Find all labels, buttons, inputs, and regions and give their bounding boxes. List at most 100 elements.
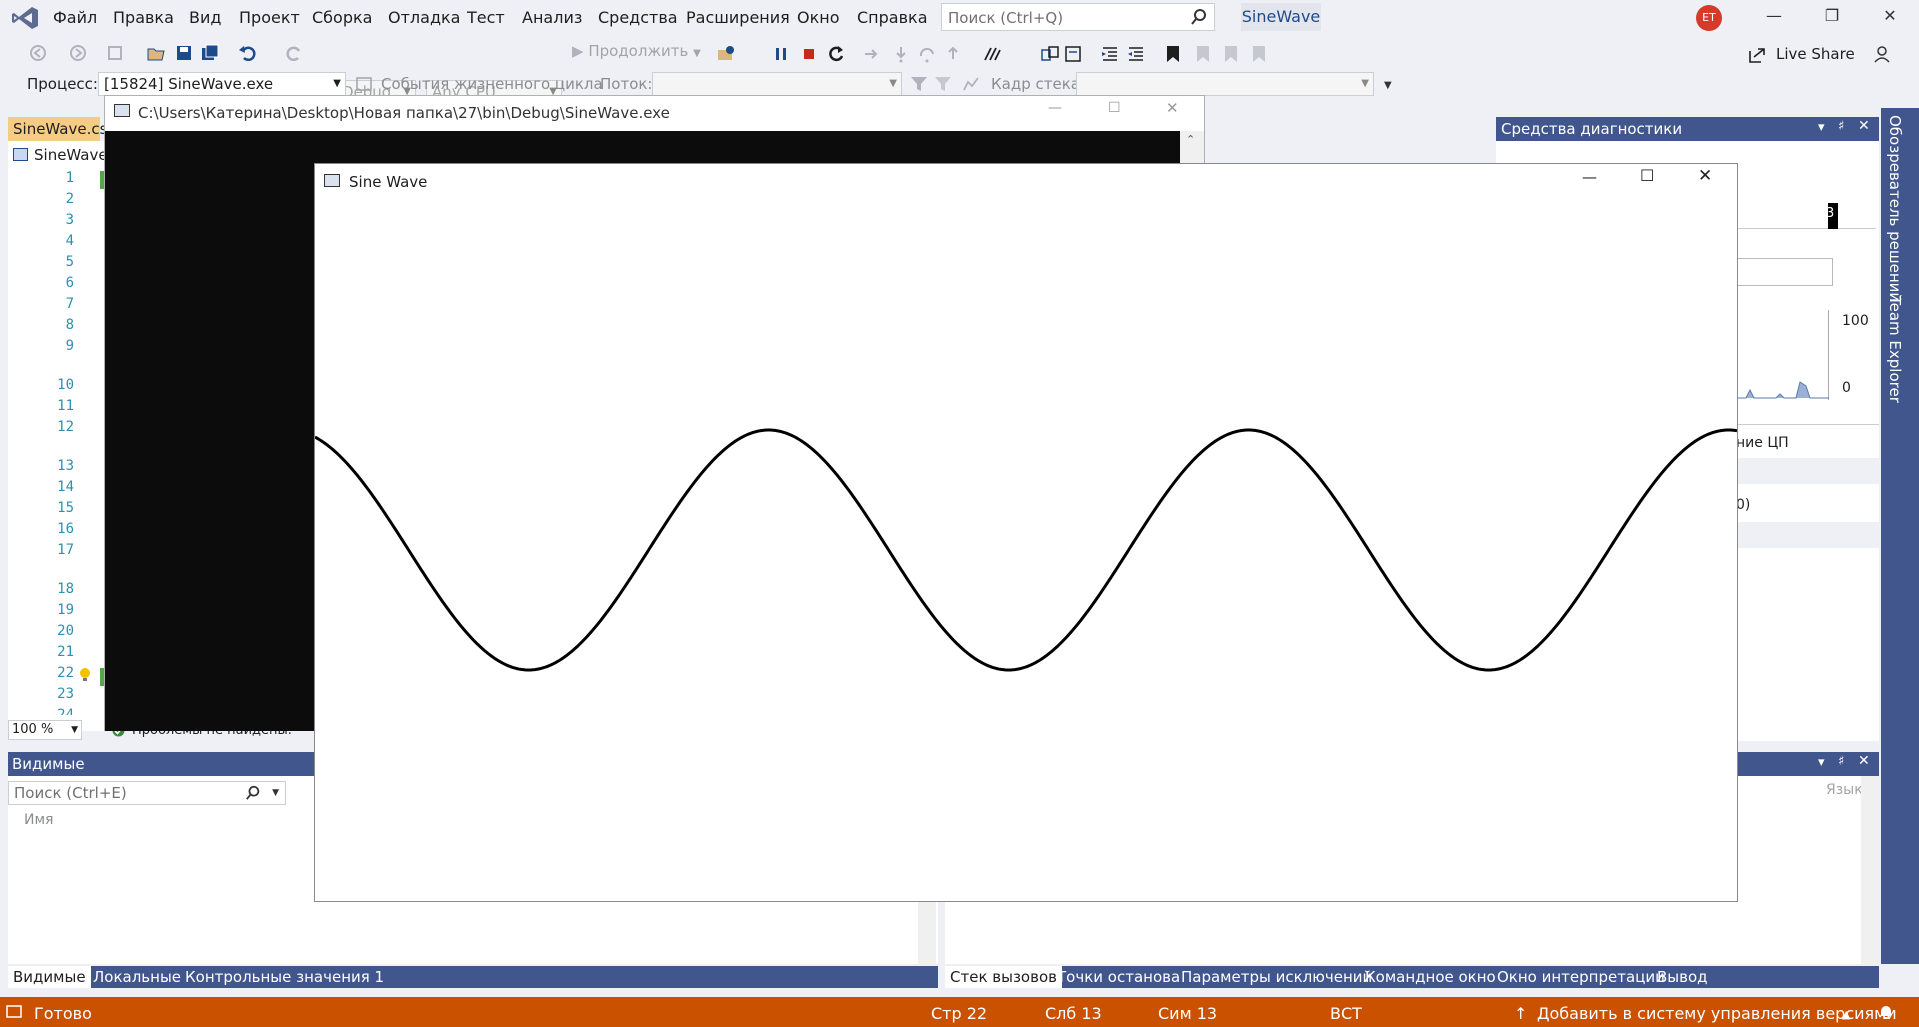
chevron-down-icon[interactable]: ▾	[1818, 120, 1825, 135]
process-select[interactable]: [15824] SineWave.exe ▼	[98, 72, 346, 96]
process-icon[interactable]	[716, 44, 736, 64]
minimize-icon[interactable]: —	[1048, 100, 1062, 116]
line-number: 14	[57, 479, 74, 495]
lightbulb-icon[interactable]	[79, 667, 91, 683]
visual-studio-logo-icon[interactable]	[10, 6, 40, 30]
scrollbar[interactable]	[1861, 776, 1879, 964]
events-count-label: 0)	[1736, 497, 1751, 513]
search-icon	[1191, 9, 1206, 25]
close-icon[interactable]: ✕	[1166, 99, 1179, 117]
menu-edit[interactable]: Правка	[113, 8, 174, 27]
prev-bookmark-icon[interactable]	[1194, 44, 1212, 64]
menu-project[interactable]: Проект	[239, 8, 300, 27]
menu-debug[interactable]: Отладка	[388, 8, 460, 27]
tab-autos[interactable]: Видимые	[8, 966, 91, 988]
tab-exception-settings[interactable]: Параметры исключений	[1176, 966, 1377, 988]
pin-icon[interactable]: ♯	[1838, 119, 1844, 134]
menu-extensions[interactable]: Расширения	[686, 8, 790, 27]
next-bookmark-icon[interactable]	[1222, 44, 1240, 64]
thread-select[interactable]: ▼	[652, 72, 902, 96]
line-number: 10	[57, 377, 74, 393]
minimize-icon[interactable]: —	[1582, 168, 1597, 186]
filter-icon[interactable]	[910, 76, 928, 92]
editor-nav-bar[interactable]: SineWave	[8, 144, 108, 166]
menu-test[interactable]: Тест	[467, 8, 505, 27]
menu-build[interactable]: Сборка	[312, 8, 372, 27]
stop-debugging-icon[interactable]	[800, 45, 818, 63]
new-project-icon[interactable]	[106, 43, 126, 63]
close-icon[interactable]: ✕	[1858, 753, 1870, 769]
chevron-down-icon[interactable]: ▾	[1818, 755, 1825, 770]
tab-solution-explorer[interactable]: Обозреватель решений	[1886, 115, 1904, 302]
minimize-icon[interactable]: —	[1762, 6, 1786, 30]
menu-window[interactable]: Окно	[797, 8, 840, 27]
step-into-specific-icon[interactable]	[1040, 44, 1060, 64]
user-avatar[interactable]: ET	[1696, 5, 1722, 31]
close-icon[interactable]: ✕	[1858, 118, 1870, 134]
class-icon	[13, 148, 28, 161]
diag-row	[1736, 458, 1879, 484]
navigate-back-icon[interactable]	[28, 43, 48, 63]
quick-launch-search[interactable]: Поиск (Ctrl+Q)	[941, 3, 1215, 31]
menu-help[interactable]: Справка	[857, 8, 928, 27]
maximize-icon[interactable]: ☐	[1640, 166, 1654, 185]
save-icon[interactable]	[174, 43, 194, 63]
break-all-icon[interactable]	[772, 45, 790, 63]
open-file-icon[interactable]	[146, 43, 166, 63]
zoom-value: 100 %	[12, 722, 54, 737]
menu-analyze[interactable]: Анализ	[522, 8, 582, 27]
autos-search-input[interactable]: Поиск (Ctrl+E) ▼	[8, 781, 286, 805]
save-all-icon[interactable]	[200, 43, 220, 63]
memory-windows-icon[interactable]	[1064, 44, 1084, 64]
column-header-language[interactable]: Язык	[1826, 782, 1863, 798]
bookmark-icon[interactable]	[1164, 44, 1182, 64]
step-into-icon[interactable]	[892, 45, 910, 63]
tab-breakpoints[interactable]: Точки останова	[1052, 966, 1185, 988]
menu-view[interactable]: Вид	[189, 8, 221, 27]
tab-sinewave-cs[interactable]: SineWave.cs	[8, 117, 107, 141]
tab-output[interactable]: Вывод	[1652, 966, 1713, 988]
tab-watch-1[interactable]: Контрольные значения 1	[180, 966, 389, 988]
play-icon: ▶	[572, 42, 584, 60]
redo-icon[interactable]	[284, 43, 304, 63]
zoom-select[interactable]: 100 % ▼	[8, 720, 82, 740]
outdent-icon[interactable]	[1100, 44, 1120, 64]
maximize-icon[interactable]: ☐	[1108, 100, 1121, 116]
show-next-statement-icon[interactable]	[862, 45, 880, 63]
close-icon[interactable]: ✕	[1698, 166, 1712, 186]
restart-icon[interactable]	[826, 44, 846, 64]
continue-button[interactable]: ▶ Продолжить ▼	[572, 42, 701, 60]
tab-command-window[interactable]: Командное окно	[1360, 966, 1501, 988]
tab-immediate-window[interactable]: Окно интерпретации	[1492, 966, 1670, 988]
sine-wave-curve	[315, 428, 1737, 672]
toolbar-overflow-icon[interactable]: ▼	[1384, 80, 1392, 91]
liveshare-button[interactable]: Live Share	[1776, 45, 1855, 63]
clear-bookmarks-icon[interactable]	[1250, 44, 1268, 64]
menu-tools[interactable]: Средства	[598, 8, 678, 27]
pin-icon[interactable]: ♯	[1838, 754, 1844, 769]
column-header-name[interactable]: Имя	[24, 812, 53, 828]
indent-icon[interactable]	[1126, 44, 1146, 64]
flag-threads-icon[interactable]	[962, 76, 980, 92]
show-threads-icon[interactable]	[982, 44, 1002, 64]
scroll-up-icon[interactable]: ⌃	[1186, 133, 1195, 146]
restore-icon[interactable]: ❐	[1820, 6, 1844, 30]
stack-frame-select[interactable]: ▼	[1076, 72, 1374, 96]
filter-clear-icon[interactable]	[934, 76, 952, 92]
tab-call-stack[interactable]: Стек вызовов	[945, 966, 1062, 988]
notifications-icon[interactable]	[1878, 1004, 1894, 1020]
feedback-icon[interactable]	[1872, 44, 1892, 64]
close-icon[interactable]: ✕	[1878, 6, 1902, 30]
step-out-icon[interactable]	[944, 45, 962, 63]
tab-team-explorer[interactable]: Team Explorer	[1886, 296, 1904, 403]
menu-file[interactable]: Файл	[53, 8, 97, 27]
line-number: 5	[65, 254, 74, 270]
step-over-icon[interactable]	[918, 45, 936, 63]
chevron-up-icon[interactable]: ▲	[1842, 1008, 1850, 1021]
code-editor[interactable]	[8, 141, 104, 731]
chevron-down-icon[interactable]: ▼	[272, 782, 279, 804]
tab-locals[interactable]: Локальные	[88, 966, 186, 988]
navigate-forward-icon[interactable]	[68, 43, 88, 63]
lifecycle-events-label[interactable]: События жизненного цикла	[381, 75, 603, 93]
undo-icon[interactable]	[238, 43, 258, 63]
